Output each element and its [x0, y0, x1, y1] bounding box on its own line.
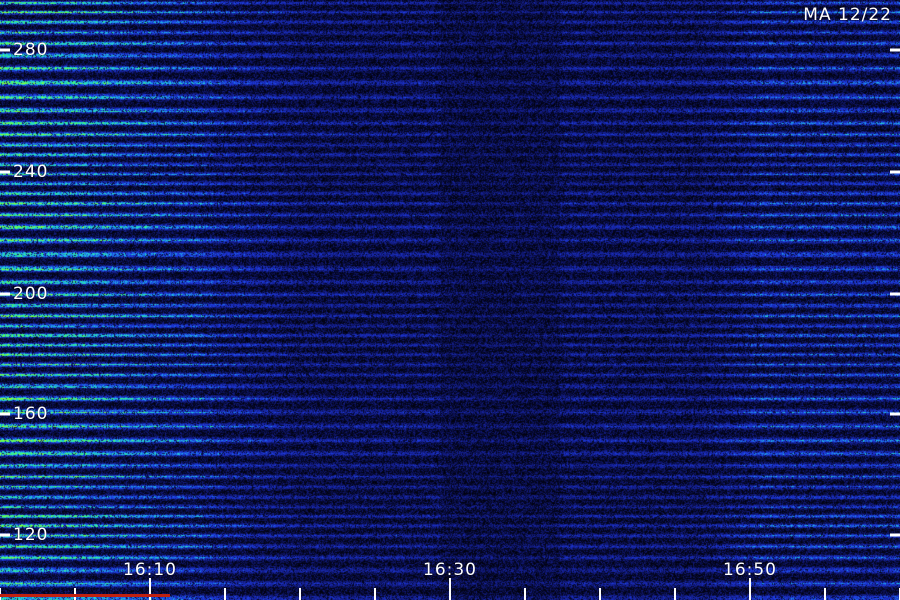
y-tick-label: 200	[13, 284, 49, 304]
y-tick-label: 240	[13, 162, 49, 182]
spectrogram-image	[0, 0, 900, 600]
x-tick-label: 16:50	[723, 560, 777, 580]
x-tick-label: 16:10	[123, 560, 177, 580]
bottom-marker-strip	[0, 594, 170, 597]
spectrogram-viewer: MA 12/22 280 240 200 160 120 16:10 16:30…	[0, 0, 900, 600]
y-tick-label: 120	[13, 525, 49, 545]
spectrogram-raster	[0, 0, 900, 600]
y-tick-label: 160	[13, 404, 49, 424]
x-tick-label: 16:30	[423, 560, 477, 580]
date-stamp: MA 12/22	[803, 5, 892, 25]
y-tick-label: 280	[13, 40, 49, 60]
